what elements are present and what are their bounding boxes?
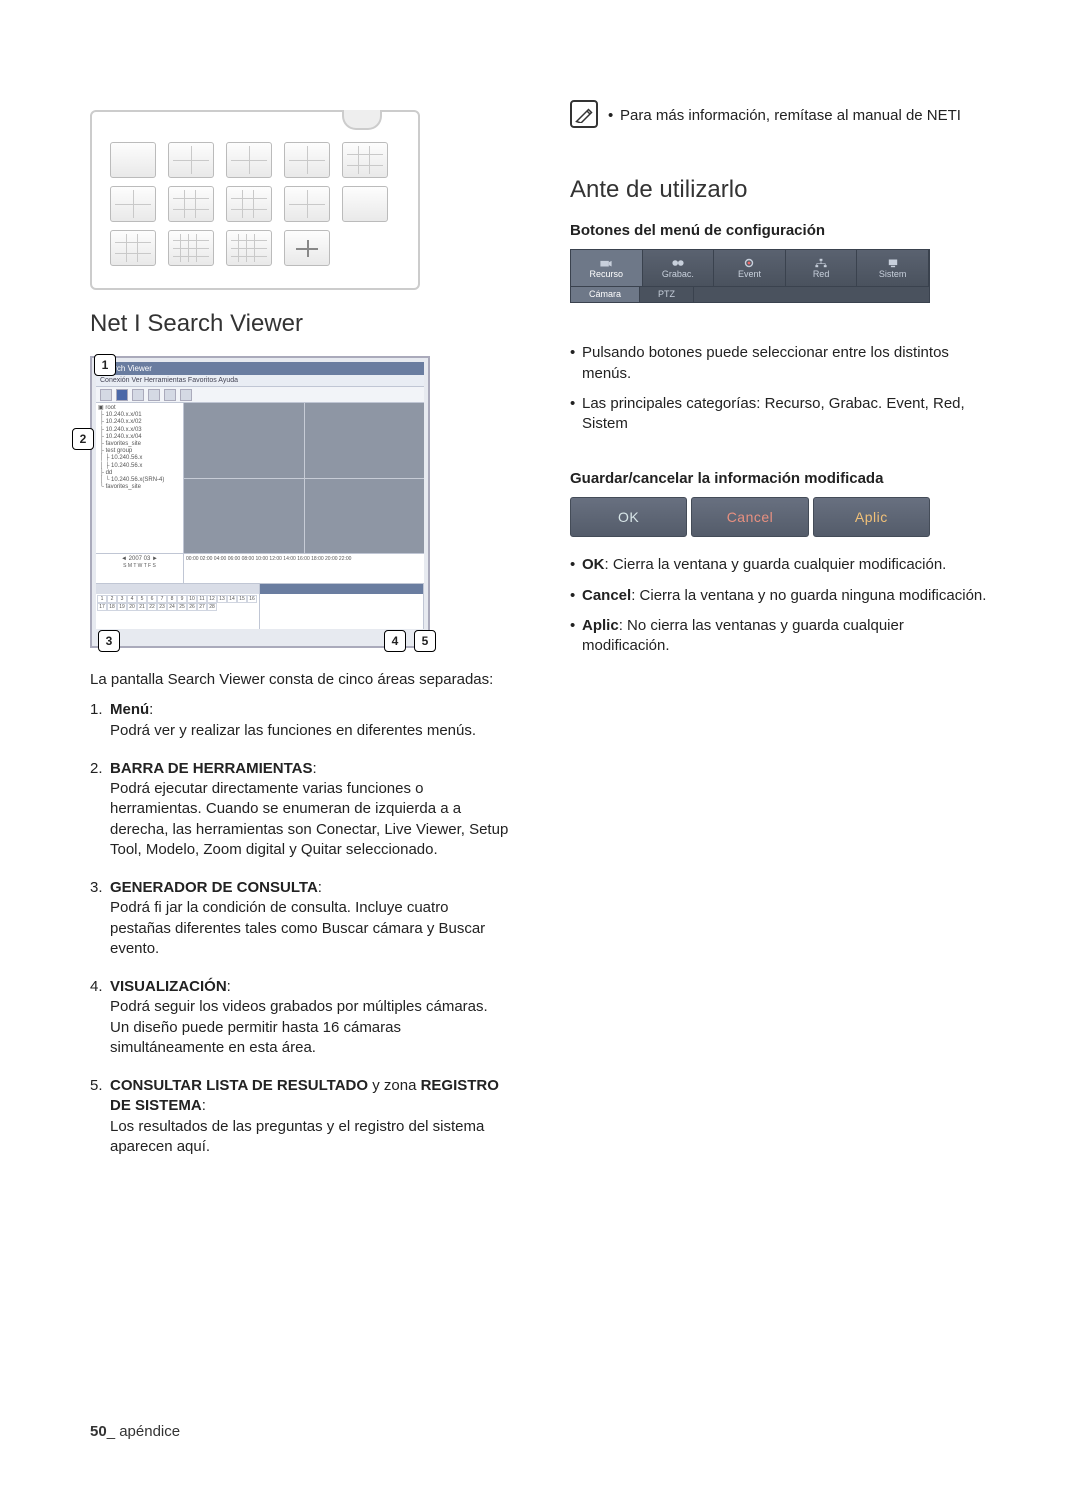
menu-bullet-1: Pulsando botones puede seleccionar entre… (570, 343, 990, 384)
list-item-5: 5. CONSULTAR LISTA DE RESULTADO y zona R… (90, 1076, 510, 1157)
list-item-1: 1. Menú: Podrá ver y realizar las funcio… (90, 700, 510, 741)
save-subheading: Guardar/cancelar la información modifica… (570, 470, 990, 487)
list-item-3: 3. GENERADOR DE CONSULTA: Podrá fi jar l… (90, 878, 510, 959)
cancel-button[interactable]: Cancel (691, 497, 808, 537)
save-button-row: OK Cancel Aplic (570, 497, 930, 537)
callout-1: 1 (94, 354, 116, 376)
layout-1l3r-button[interactable] (226, 142, 272, 178)
list-item-4: 4. VISUALIZACIÓN: Podrá seguir los video… (90, 977, 510, 1058)
layout-10-button[interactable] (284, 186, 330, 222)
layout-5x5-button[interactable] (226, 230, 272, 266)
searchviewer-heading: Net I Search Viewer (90, 310, 510, 338)
callout-5: 5 (414, 630, 436, 652)
save-bullet-ok: OK: Cierra la ventana y guarda cualquier… (570, 555, 990, 575)
searchviewer-screenshot: Search Viewer Conexión Ver Herramientas … (90, 356, 430, 648)
callout-3: 3 (98, 630, 120, 652)
sv-lower: 1234567 891011121314 15161718192021 2223… (96, 583, 424, 629)
searchviewer-figure: 1 2 3 4 5 Search Viewer Conexión Ver Her… (90, 356, 450, 648)
sv-tree-panel: ▣ root ├ 10.240.x.x/01 ├ 10.240.x.x/02 ├… (96, 403, 184, 553)
sv-toolbar (96, 387, 424, 403)
layout-add-button[interactable] (284, 230, 330, 266)
config-subbar: Cámara PTZ (570, 287, 930, 303)
menu-bullet-2: Las principales categorías: Recurso, Gra… (570, 394, 990, 435)
ok-button[interactable]: OK (570, 497, 687, 537)
aplic-button[interactable]: Aplic (813, 497, 930, 537)
menu-subheading: Botones del menú de configuración (570, 222, 990, 239)
layout-1t3b-button[interactable] (284, 142, 330, 178)
layout-2x2-button[interactable] (168, 142, 214, 178)
layout-6-button[interactable] (110, 186, 156, 222)
sv-titlebar: Search Viewer (96, 362, 424, 375)
list-item-2: 2. BARRA DE HERRAMIENTAS: Podrá ejecutar… (90, 759, 510, 860)
note-block: Para más información, remítase al manual… (570, 100, 990, 136)
layout-8-button[interactable] (168, 186, 214, 222)
sv-menubar: Conexión Ver Herramientas Favoritos Ayud… (96, 375, 424, 387)
layout-grid-panel (90, 110, 420, 290)
layout-1l5r-button[interactable] (342, 142, 388, 178)
callout-4: 4 (384, 630, 406, 652)
layout-blank-button[interactable] (342, 186, 388, 222)
menutab-red[interactable]: Red (786, 250, 858, 286)
callout-2: 2 (72, 428, 94, 450)
menutab-recurso[interactable]: Recurso (571, 250, 643, 286)
layout-1x1-button[interactable] (110, 142, 156, 178)
note-icon (570, 100, 598, 128)
layout-3x3-button[interactable] (226, 186, 272, 222)
layout-13-button[interactable] (110, 230, 156, 266)
save-bullet-aplic: Aplic: No cierra las ventanas y guarda c… (570, 616, 990, 657)
config-menubar: Recurso Grabac. Event Red Sistem (570, 249, 930, 287)
menutab-event[interactable]: Event (714, 250, 786, 286)
note-text: Para más información, remítase al manual… (608, 106, 961, 126)
sv-view-area (184, 403, 424, 553)
subtab-ptz[interactable]: PTZ (640, 287, 694, 302)
subtab-camara[interactable]: Cámara (571, 287, 640, 302)
page-footer: 50_ apéndice (90, 1423, 180, 1440)
intro-text: La pantalla Search Viewer consta de cinc… (90, 670, 510, 690)
sv-timeline: ◄ 2007 03 ► S M T W T F S 00:00 02:00 04… (96, 553, 424, 583)
menutab-sistem[interactable]: Sistem (857, 250, 929, 286)
ante-heading: Ante de utilizarlo (570, 176, 990, 204)
save-bullet-cancel: Cancel: Cierra la ventana y no guarda ni… (570, 586, 990, 606)
layout-4x4-button[interactable] (168, 230, 214, 266)
menutab-grabac[interactable]: Grabac. (643, 250, 715, 286)
panel-pin (342, 110, 382, 130)
